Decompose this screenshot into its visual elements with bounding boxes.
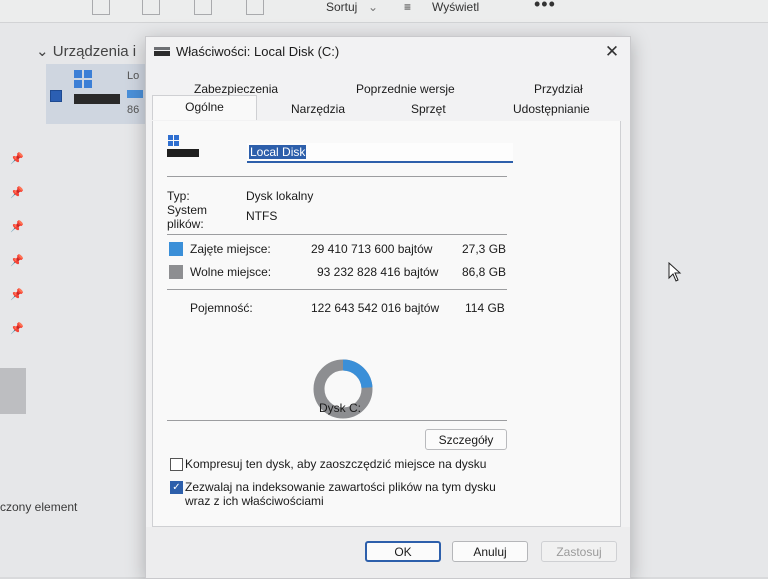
- share-icon[interactable]: [194, 0, 212, 15]
- tile-usage-bar: [127, 90, 143, 98]
- used-space-swatch: [169, 242, 183, 256]
- drive-icon: [154, 47, 170, 56]
- pin-icon[interactable]: 📌: [10, 322, 24, 335]
- rename-icon[interactable]: [142, 0, 160, 15]
- drive-caption: Dysk C:: [319, 401, 361, 415]
- drive-name-selection: Local Disk: [249, 145, 307, 159]
- tab-hardware[interactable]: Sprzęt: [411, 102, 446, 116]
- divider: [167, 420, 507, 421]
- filesystem-label-cont: plików:: [167, 217, 204, 231]
- view-icon: ≡: [404, 0, 412, 14]
- used-space-size: 27,3 GB: [462, 242, 507, 256]
- chevron-down-icon: ⌄: [368, 0, 379, 14]
- tile-label: Lo: [127, 70, 140, 82]
- group-header-label: Urządzenia i: [52, 43, 137, 60]
- dialog-titlebar[interactable]: Właściwości: Local Disk (C:) ✕: [146, 37, 630, 67]
- compress-label[interactable]: Kompresuj ten dysk, aby zaoszczędzić mie…: [185, 457, 486, 471]
- free-space-bytes: 93 232 828 416 bajtów: [317, 265, 439, 279]
- capacity-size: 114 GB: [465, 301, 505, 315]
- delete-icon[interactable]: [246, 0, 264, 15]
- pin-icon[interactable]: 📌: [10, 254, 24, 267]
- free-space-size: 86,8 GB: [462, 265, 507, 279]
- capacity-label: Pojemność:: [190, 301, 253, 315]
- free-space-label: Wolne miejsce:: [190, 265, 272, 279]
- tab-sharing[interactable]: Udostępnianie: [513, 102, 590, 116]
- general-tab-panel: Local Disk Typ: Dysk lokalny System plik…: [152, 121, 621, 527]
- capacity-bytes: 122 643 542 016 bajtów: [311, 301, 440, 315]
- type-label: Typ:: [167, 189, 190, 203]
- pin-icon[interactable]: 📌: [10, 152, 24, 165]
- divider: [167, 289, 507, 290]
- tab-tools[interactable]: Narzędzia: [291, 102, 345, 116]
- close-button[interactable]: ✕: [600, 40, 624, 64]
- ok-button[interactable]: OK: [365, 541, 441, 562]
- properties-dialog: Właściwości: Local Disk (C:) ✕ Zabezpiec…: [145, 36, 631, 579]
- tab-bar: Zabezpieczenia Poprzednie wersje Przydzi…: [146, 77, 630, 121]
- status-bar-text: czony element: [0, 500, 78, 514]
- free-space-swatch: [169, 265, 183, 279]
- tile-number: 86: [127, 104, 140, 116]
- apply-button[interactable]: Zastosuj: [541, 541, 617, 562]
- dialog-footer: OK Anuluj Zastosuj: [146, 527, 630, 578]
- filesystem-label: System: [167, 203, 208, 217]
- type-value: Dysk lokalny: [246, 189, 314, 203]
- more-options-button[interactable]: •••: [534, 0, 556, 15]
- divider: [167, 234, 507, 235]
- index-checkbox[interactable]: ✓: [170, 481, 183, 494]
- cancel-button[interactable]: Anuluj: [452, 541, 528, 562]
- pin-icon[interactable]: 📌: [10, 288, 24, 301]
- index-label[interactable]: Zezwalaj na indeksowanie zawartości plik…: [185, 480, 496, 494]
- explorer-toolbar: Sortuj ⌄ ≡ Wyświetl •••: [0, 0, 768, 23]
- tab-previous-versions[interactable]: Poprzednie wersje: [356, 82, 455, 96]
- copy-icon[interactable]: [92, 0, 110, 15]
- mouse-cursor-icon: [668, 262, 682, 282]
- divider: [167, 176, 507, 177]
- compress-checkbox[interactable]: [170, 458, 183, 471]
- chevron-down-icon: ⌄: [36, 43, 49, 60]
- used-space-bytes: 29 410 713 600 bajtów: [311, 242, 433, 256]
- tab-general[interactable]: Ogólne: [152, 95, 257, 120]
- drive-icon: [74, 94, 120, 104]
- used-space-label: Zajęte miejsce:: [190, 242, 271, 256]
- details-button[interactable]: Szczegóły: [425, 429, 507, 450]
- local-disk-icon: [167, 135, 201, 161]
- pin-icon[interactable]: 📌: [10, 220, 24, 233]
- tile-checkbox[interactable]: [50, 90, 62, 102]
- view-button[interactable]: Wyświetl: [432, 0, 479, 14]
- tab-security[interactable]: Zabezpieczenia: [194, 82, 278, 96]
- windows-logo-icon: [74, 70, 92, 88]
- nav-scrollbar[interactable]: [0, 368, 26, 414]
- pin-icon[interactable]: 📌: [10, 186, 24, 199]
- index-label-cont[interactable]: wraz z ich właściwościami: [185, 494, 324, 508]
- dialog-title: Właściwości: Local Disk (C:): [176, 44, 340, 59]
- devices-group-header[interactable]: ⌄ Urządzenia i: [36, 42, 136, 60]
- tab-quota[interactable]: Przydział: [534, 82, 583, 96]
- sort-button[interactable]: Sortuj: [326, 0, 357, 14]
- filesystem-value: NTFS: [246, 209, 278, 223]
